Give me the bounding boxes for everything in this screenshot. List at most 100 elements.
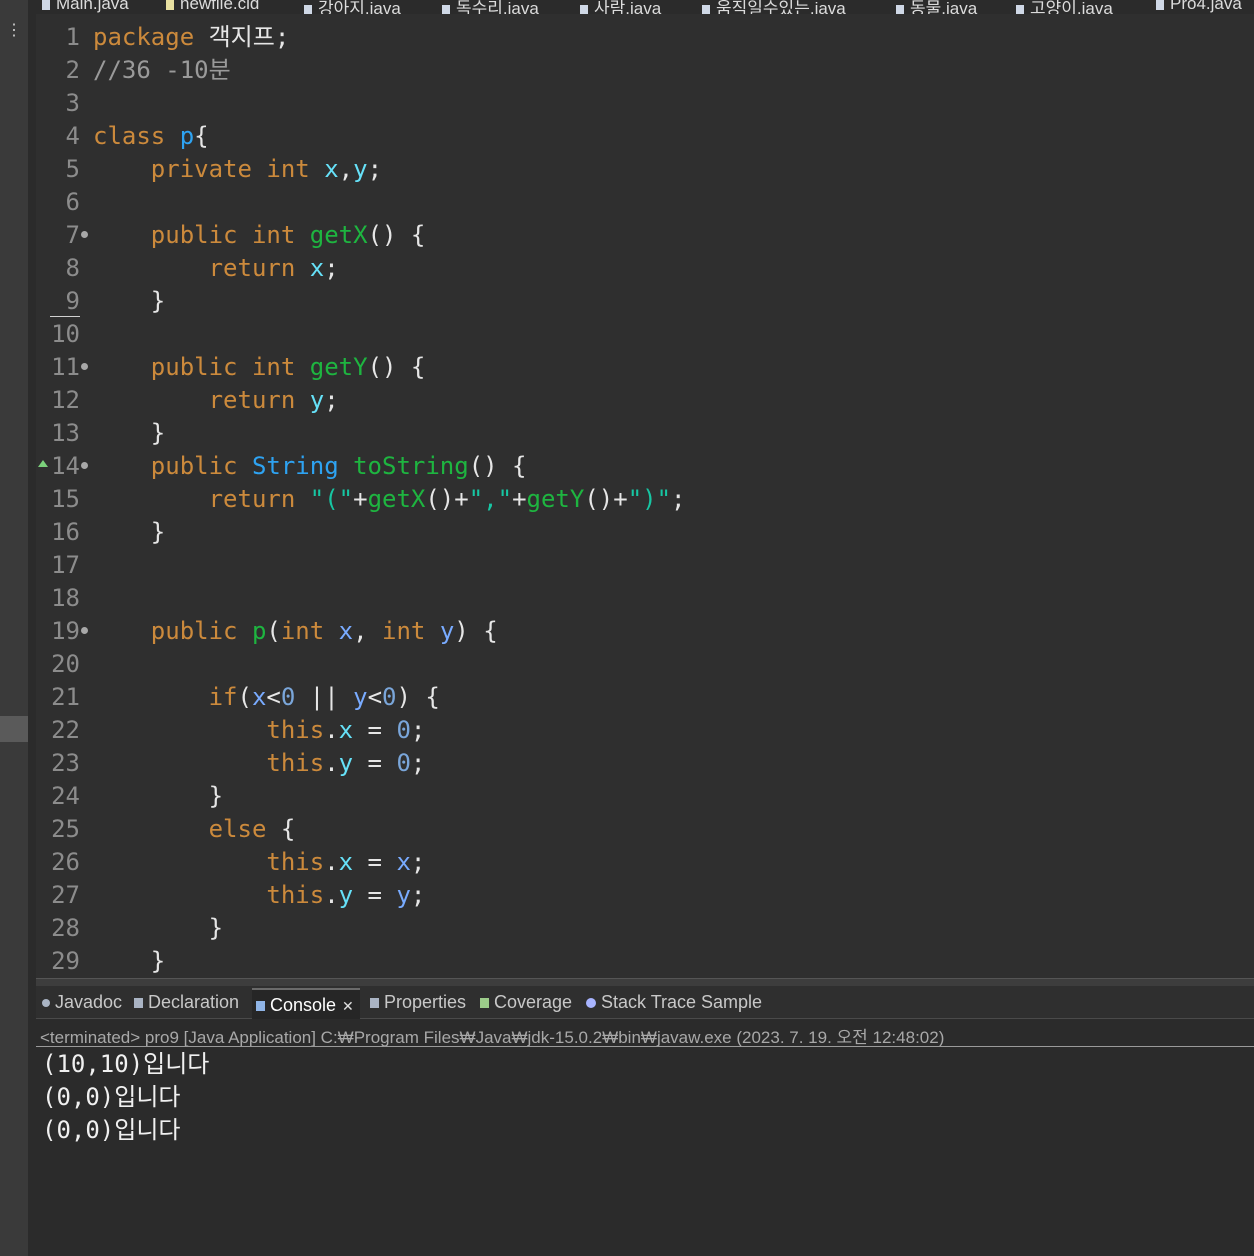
java-file-icon <box>580 4 588 14</box>
java-file-icon <box>304 4 312 14</box>
java-file-icon <box>42 0 50 10</box>
sash[interactable] <box>28 0 36 1256</box>
editor-tab-dog[interactable]: 강아지.java <box>304 0 401 14</box>
line-number: 20 <box>51 650 80 678</box>
tab-label: Declaration <box>148 992 240 1012</box>
console-output-line: (0,0)입니다 <box>42 1116 181 1144</box>
code-line-19: public p(int x, int y) { <box>150 617 498 645</box>
code-line-1: package 객지프; <box>93 23 290 51</box>
editor-tab-animal[interactable]: 동물.java <box>896 0 977 14</box>
console-icon <box>256 1001 265 1012</box>
line-number: 19 <box>51 617 80 645</box>
line-number: 17 <box>51 551 80 579</box>
tab-label: 독수리.java <box>456 0 539 14</box>
line-number: 7 <box>65 221 80 249</box>
tab-properties[interactable]: Properties <box>370 992 466 1013</box>
code-line-5: private int x,y; <box>150 155 383 183</box>
code-line-8: return x; <box>208 254 339 282</box>
minimized-view-button[interactable] <box>0 716 28 742</box>
code-editor[interactable]: 1 2 3 4 5 6 7 8 9 10 11 12 13 14 15 16 1… <box>36 14 1254 978</box>
editor-tab-movable[interactable]: 움직일수있는.java <box>702 0 846 14</box>
line-number: 8 <box>65 254 80 282</box>
line-number: 21 <box>51 683 80 711</box>
cld-file-icon <box>166 0 174 10</box>
line-number: 24 <box>51 782 80 810</box>
line-number: 15 <box>51 485 80 513</box>
fold-toggle-icon[interactable] <box>81 627 88 634</box>
javadoc-icon <box>42 999 50 1008</box>
code-line-14: public String toString() { <box>150 452 527 480</box>
editor-tab-newfile[interactable]: newfile.cld <box>166 0 259 14</box>
bottom-panel-tabs: Javadoc Declaration Console ✕ Properties … <box>36 986 1254 1022</box>
line-number: 22 <box>51 716 80 744</box>
line-number: 3 <box>65 89 80 117</box>
line-number: 23 <box>51 749 80 777</box>
tab-stack-trace-sample[interactable]: Stack Trace Sample <box>586 992 762 1013</box>
console-divider <box>36 1046 1254 1047</box>
code-line-28: } <box>208 914 224 942</box>
code-line-21: if(x<0 || y<0) { <box>208 683 440 711</box>
code-line-24: } <box>208 782 224 810</box>
code-line-13: } <box>150 419 166 447</box>
tab-label: Console <box>270 995 337 1015</box>
console-view[interactable]: <terminated> pro9 [Java Application] C:₩… <box>36 1019 1254 1256</box>
editor-tab-person[interactable]: 사람.java <box>580 0 661 14</box>
line-number: 18 <box>51 584 80 612</box>
console-output-line: (10,10)입니다 <box>42 1050 210 1078</box>
code-line-7: public int getX() { <box>150 221 426 249</box>
code-line-4: class p{ <box>93 122 209 150</box>
tab-label: 고양이.java <box>1030 0 1113 14</box>
java-file-icon <box>702 4 710 14</box>
tab-label: 동물.java <box>910 0 978 14</box>
java-file-icon <box>1156 0 1164 10</box>
tab-label: Javadoc <box>55 992 123 1012</box>
line-number: 11 <box>51 353 80 381</box>
editor-tab-pro4[interactable]: Pro4.java <box>1156 0 1242 14</box>
line-number: 16 <box>51 518 80 546</box>
fold-toggle-icon[interactable] <box>81 462 88 469</box>
close-icon[interactable]: ✕ <box>342 998 354 1014</box>
current-line-marker <box>50 316 80 317</box>
editor-tab-cat[interactable]: 고양이.java <box>1016 0 1113 14</box>
code-line-9: } <box>150 287 166 315</box>
tab-javadoc[interactable]: Javadoc <box>42 992 122 1013</box>
tab-console[interactable]: Console ✕ <box>252 988 360 1022</box>
editor-tab-eagle[interactable]: 독수리.java <box>442 0 539 14</box>
code-line-29: } <box>150 947 166 975</box>
code-line-26: this.x = x; <box>266 848 426 876</box>
line-number: 27 <box>51 881 80 909</box>
editor-tab-main[interactable]: Main.java <box>42 0 129 14</box>
code-line-2: //36 -10분 <box>93 56 231 84</box>
view-menu-icon[interactable]: ⋮ <box>6 22 22 38</box>
tab-label: newfile.cld <box>180 0 260 13</box>
tab-label: Coverage <box>494 992 573 1012</box>
coverage-icon <box>480 998 489 1009</box>
tab-label: Main.java <box>56 0 129 13</box>
tab-label: 강아지.java <box>318 0 401 14</box>
line-number: 25 <box>51 815 80 843</box>
code-line-23: this.y = 0; <box>266 749 426 777</box>
console-output-line: (0,0)입니다 <box>42 1083 181 1111</box>
declaration-icon <box>134 998 143 1009</box>
editor-tab-bar: Main.java newfile.cld 강아지.java 독수리.java … <box>36 0 1254 14</box>
line-number: 12 <box>51 386 80 414</box>
line-number: 13 <box>51 419 80 447</box>
java-file-icon <box>442 4 450 14</box>
line-number: 10 <box>51 320 80 348</box>
java-file-icon <box>896 4 904 14</box>
tab-coverage[interactable]: Coverage <box>480 992 572 1013</box>
line-number-gutter: 1 2 3 4 5 6 7 8 9 10 11 12 13 14 15 16 1… <box>36 14 90 978</box>
line-number: 5 <box>65 155 80 183</box>
console-status: <terminated> pro9 [Java Application] C:₩… <box>40 1028 945 1047</box>
code-line-12: return y; <box>208 386 339 414</box>
code-line-27: this.y = y; <box>266 881 426 909</box>
code-line-22: this.x = 0; <box>266 716 426 744</box>
fold-toggle-icon[interactable] <box>81 363 88 370</box>
line-number: 9 <box>65 287 80 315</box>
left-toolbar-strip: ⋮ <box>0 0 28 1256</box>
tab-label: Pro4.java <box>1170 0 1242 13</box>
tab-declaration[interactable]: Declaration <box>134 992 239 1013</box>
tab-label: Properties <box>384 992 467 1012</box>
code-line-15: return "("+getX()+","+getY()+")"; <box>208 485 686 513</box>
fold-toggle-icon[interactable] <box>81 231 88 238</box>
